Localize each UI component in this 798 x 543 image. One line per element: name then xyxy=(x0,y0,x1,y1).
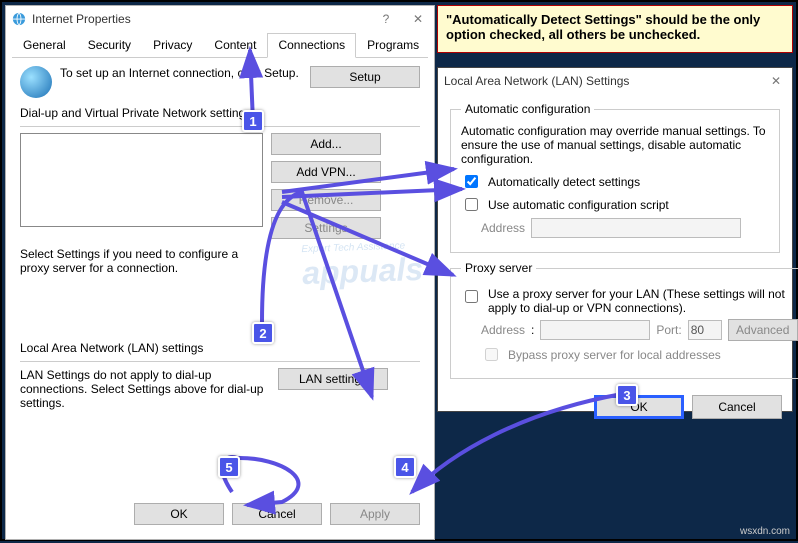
script-address-input xyxy=(531,218,741,238)
tab-strip: GeneralSecurityPrivacyContentConnections… xyxy=(12,32,428,58)
lan-settings-button[interactable]: LAN settings xyxy=(278,368,388,390)
step-marker-4: 4 xyxy=(394,456,416,478)
tab-content[interactable]: Content xyxy=(203,33,267,58)
add-vpn-button[interactable]: Add VPN... xyxy=(271,161,381,183)
instruction-note: "Automatically Detect Settings" should b… xyxy=(437,5,793,53)
lan-ok-button[interactable]: OK xyxy=(594,395,684,419)
settings-button: Settings xyxy=(271,217,381,239)
step-marker-2: 2 xyxy=(252,322,274,344)
proxy-address-input xyxy=(540,320,650,340)
config-text: Select Settings if you need to configure… xyxy=(20,247,270,275)
use-proxy-checkbox[interactable] xyxy=(465,290,478,303)
setup-button[interactable]: Setup xyxy=(310,66,420,88)
proxy-group: Proxy server Use a proxy server for your… xyxy=(450,261,798,379)
use-script-checkbox[interactable] xyxy=(465,198,478,211)
auto-detect-checkbox[interactable] xyxy=(465,175,478,188)
use-script-label: Use automatic configuration script xyxy=(488,198,669,212)
step-marker-5: 5 xyxy=(218,456,240,478)
apply-button: Apply xyxy=(330,503,420,525)
dialup-label: Dial-up and Virtual Private Network sett… xyxy=(20,106,420,120)
titlebar: Internet Properties ? ✕ xyxy=(6,6,434,32)
use-proxy-label: Use a proxy server for your LAN (These s… xyxy=(488,287,798,315)
auto-detect-label: Automatically detect settings xyxy=(488,175,640,189)
inet-icon xyxy=(12,12,26,26)
tab-connections[interactable]: Connections xyxy=(267,33,356,58)
cancel-button[interactable]: Cancel xyxy=(232,503,322,525)
globe-icon xyxy=(20,66,52,98)
proxy-address-label: Address xyxy=(481,323,525,337)
lan-close-button[interactable]: ✕ xyxy=(760,68,792,94)
lan-title-text: Local Area Network (LAN) Settings xyxy=(444,74,629,88)
tab-programs[interactable]: Programs xyxy=(356,33,430,58)
step-marker-3: 3 xyxy=(616,384,638,406)
remove-button: Remove... xyxy=(271,189,381,211)
tab-general[interactable]: General xyxy=(12,33,77,58)
lan-cancel-button[interactable]: Cancel xyxy=(692,395,782,419)
tab-security[interactable]: Security xyxy=(77,33,142,58)
step-marker-1: 1 xyxy=(242,110,264,132)
auto-text: Automatic configuration may override man… xyxy=(461,124,769,166)
proxy-legend: Proxy server xyxy=(461,261,536,275)
bypass-checkbox xyxy=(485,348,498,361)
lan-section-label: Local Area Network (LAN) settings xyxy=(20,341,420,355)
bypass-label: Bypass proxy server for local addresses xyxy=(508,348,721,362)
auto-config-group: Automatic configuration Automatic config… xyxy=(450,102,780,253)
advanced-button: Advanced xyxy=(728,319,798,341)
add-button[interactable]: Add... xyxy=(271,133,381,155)
port-input xyxy=(688,320,722,340)
lan-settings-dialog: Local Area Network (LAN) Settings ✕ Auto… xyxy=(437,67,793,412)
setup-text: To set up an Internet connection, click … xyxy=(60,66,302,80)
address-label: Address xyxy=(481,221,525,235)
tab-privacy[interactable]: Privacy xyxy=(142,33,203,58)
lan-text: LAN Settings do not apply to dial-up con… xyxy=(20,368,270,410)
help-button[interactable]: ? xyxy=(370,6,402,32)
credit: wsxdn.com xyxy=(740,526,790,537)
auto-legend: Automatic configuration xyxy=(461,102,594,116)
connections-listbox[interactable] xyxy=(20,133,263,227)
lan-titlebar: Local Area Network (LAN) Settings ✕ xyxy=(438,68,792,94)
port-label: Port: xyxy=(656,323,681,337)
close-button[interactable]: ✕ xyxy=(402,6,434,32)
ok-button[interactable]: OK xyxy=(134,503,224,525)
watermark: Expert Tech Assistance appuals xyxy=(301,240,424,292)
title-text: Internet Properties xyxy=(32,12,131,26)
